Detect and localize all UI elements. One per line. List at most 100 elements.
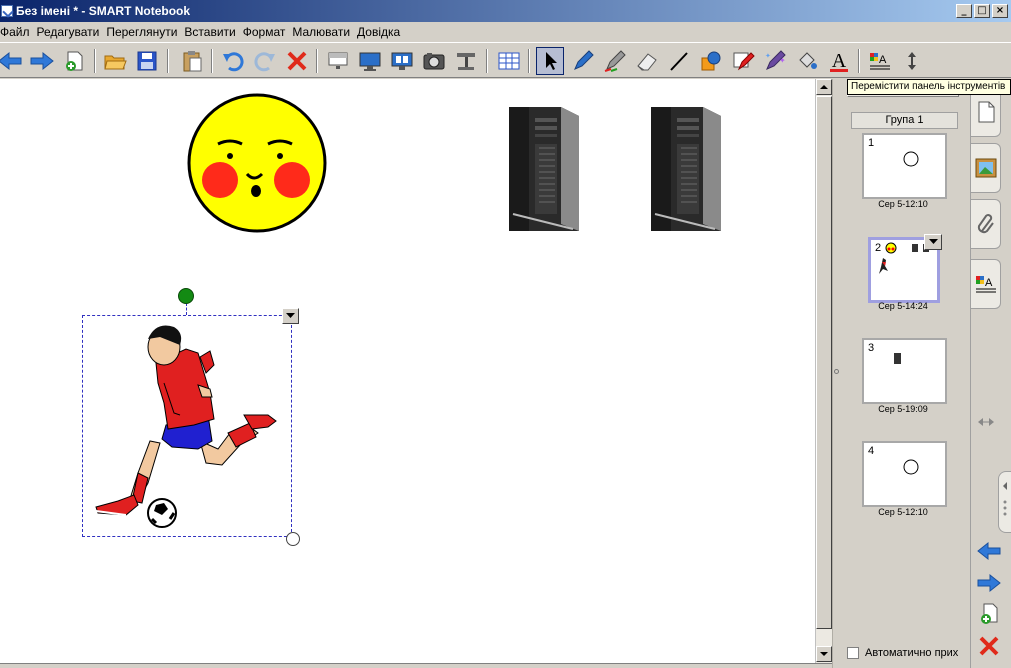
add-page-icon [981, 603, 998, 624]
previous-page-button[interactable] [976, 540, 1002, 562]
auto-hide-checkbox[interactable] [847, 647, 859, 659]
tower-thumbnail [894, 353, 901, 364]
svg-text:A: A [879, 54, 887, 66]
resize-horizontal-icon[interactable] [977, 417, 995, 430]
full-screen-icon[interactable] [356, 47, 384, 75]
creative-pen-icon[interactable] [601, 47, 629, 75]
page-thumbnail-1[interactable]: 1 [862, 133, 947, 199]
maximize-button[interactable]: □ [974, 4, 990, 18]
properties-tab-icon: A [975, 276, 996, 293]
group-label: Група 1 [851, 112, 958, 129]
resize-handle[interactable] [286, 532, 300, 546]
whiteboard-canvas[interactable] [0, 79, 815, 663]
scroll-down-button[interactable] [816, 646, 832, 662]
vertical-scrollbar[interactable] [815, 79, 832, 663]
pen-icon[interactable] [569, 47, 597, 75]
page-date: Сер 5-14:24 [878, 301, 928, 311]
fill-icon[interactable]: ✦ ✦ [761, 47, 789, 75]
circle-shape [903, 459, 919, 475]
window-controls: _ □ × [954, 4, 1008, 18]
shapes-icon[interactable] [697, 47, 725, 75]
attachments-tab-icon [977, 214, 994, 234]
document-camera-icon[interactable] [452, 47, 480, 75]
menu-bar: Файл Редагувати Переглянути Вставити Фор… [0, 22, 1011, 42]
auto-hide-option[interactable]: Автоматично прих [847, 647, 958, 659]
menu-file[interactable]: Файл [0, 25, 35, 39]
circle-shape [903, 151, 919, 167]
text-icon[interactable]: A [825, 47, 853, 75]
computer-tower-image-1[interactable] [499, 104, 589, 234]
football-player-image[interactable] [90, 323, 285, 533]
minimize-button[interactable]: _ [956, 4, 972, 18]
menu-edit[interactable]: Редагувати [35, 25, 105, 39]
object-menu-button[interactable] [282, 308, 299, 324]
menu-insert[interactable]: Вставити [182, 25, 240, 39]
next-page-button[interactable] [976, 572, 1002, 594]
add-page-icon[interactable] [60, 47, 88, 75]
scroll-thumb[interactable] [816, 96, 832, 629]
dual-page-icon[interactable] [388, 47, 416, 75]
smiley-thumbnail [885, 242, 897, 254]
screen-shade-icon[interactable] [324, 47, 352, 75]
page-number: 3 [868, 342, 875, 354]
player-thumbnail [879, 258, 888, 274]
forward-arrow-icon [977, 573, 1001, 593]
delete-page-button[interactable] [976, 635, 1002, 657]
redo-icon[interactable] [251, 47, 279, 75]
select-arrow-icon[interactable] [536, 47, 564, 75]
svg-text:✦: ✦ [765, 52, 771, 60]
delete-icon [979, 636, 999, 656]
menu-format[interactable]: Формат [241, 25, 291, 39]
eraser-icon[interactable] [633, 47, 661, 75]
properties-icon[interactable]: A [866, 47, 894, 75]
toolbar-separator [316, 49, 318, 73]
toolbar-separator [528, 49, 530, 73]
page-number: 2 [875, 242, 882, 254]
paint-bucket-icon[interactable] [793, 47, 821, 75]
tooltip: Перемістити панель інструментів [847, 79, 1011, 95]
page-date: Сер 5-12:10 [878, 507, 928, 517]
menu-view[interactable]: Переглянути [104, 25, 182, 39]
paste-icon[interactable] [178, 47, 206, 75]
status-strip [0, 663, 832, 668]
panel-collapse-handle[interactable] [998, 471, 1011, 533]
side-tab-strip: A [970, 79, 1011, 668]
forward-arrow-icon[interactable] [28, 47, 56, 75]
page-number: 4 [868, 445, 875, 457]
table-icon[interactable] [495, 47, 523, 75]
move-toolbar-icon[interactable] [898, 47, 926, 75]
properties-tab[interactable]: A [971, 259, 1001, 309]
page-menu-button[interactable] [924, 234, 942, 250]
delete-icon[interactable] [283, 47, 311, 75]
line-icon[interactable] [665, 47, 693, 75]
undo-icon[interactable] [219, 47, 247, 75]
close-button[interactable]: × [992, 4, 1008, 18]
auto-hide-label: Автоматично прих [865, 647, 959, 659]
gallery-tab[interactable] [971, 143, 1001, 193]
menu-draw[interactable]: Малювати [290, 25, 355, 39]
page-number: 1 [868, 137, 875, 149]
scroll-up-button[interactable] [816, 79, 832, 95]
toolbar-separator [858, 49, 860, 73]
menu-help[interactable]: Довідка [355, 25, 405, 39]
page-thumbnail-3[interactable]: 3 [862, 338, 947, 404]
toolbar: ✦ ✦ A A [0, 42, 1011, 78]
text-color-underline [830, 69, 848, 72]
panel-resize-grip[interactable] [834, 369, 839, 374]
open-folder-icon[interactable] [101, 47, 129, 75]
smiley-face-image[interactable] [186, 92, 328, 234]
svg-text:A: A [985, 277, 993, 289]
screen-capture-icon[interactable] [420, 47, 448, 75]
magic-pen-icon[interactable] [729, 47, 757, 75]
page-thumbnail-4[interactable]: 4 [862, 441, 947, 507]
page-date: Сер 5-12:10 [878, 199, 928, 209]
save-icon[interactable] [133, 47, 161, 75]
toolbar-separator [167, 49, 169, 73]
add-page-button[interactable] [976, 603, 1002, 625]
rotate-handle-line [186, 303, 187, 315]
back-arrow-icon[interactable] [0, 47, 24, 75]
attachments-tab[interactable] [971, 199, 1001, 249]
computer-tower-image-2[interactable] [641, 104, 731, 234]
rotate-handle[interactable] [178, 288, 194, 304]
window-title: Без імені * - SMART Notebook [16, 4, 191, 18]
